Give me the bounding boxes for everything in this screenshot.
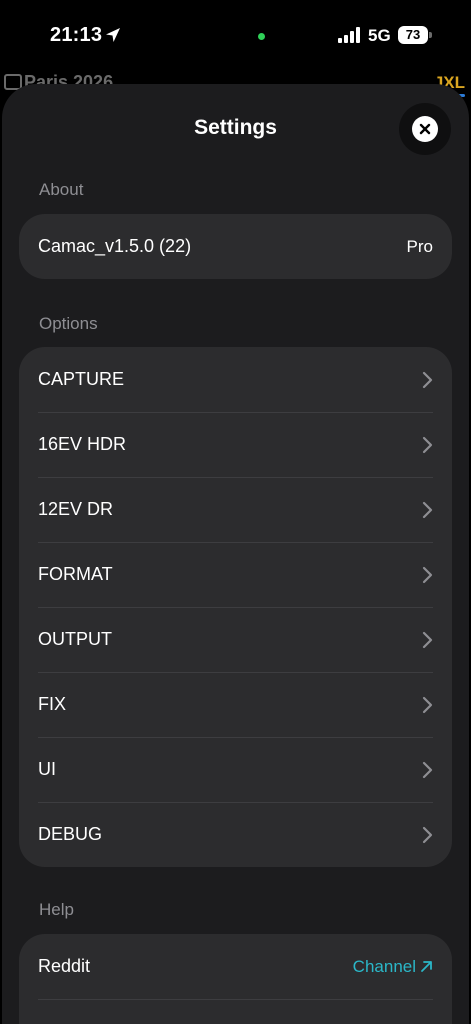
help-row-next — [19, 999, 452, 1024]
option-label: FORMAT — [38, 564, 113, 584]
option-label: OUTPUT — [38, 629, 112, 649]
app-version: Camac_v1.5.0 (22) — [38, 236, 192, 256]
option-row-16ev-hdr[interactable]: 16EV HDR — [19, 412, 452, 477]
app-version-row: Camac_v1.5.0 (22) Pro — [19, 214, 452, 279]
section-label-about: About — [39, 180, 84, 199]
link-text: Channel — [352, 956, 416, 976]
battery-icon: 73 — [398, 26, 432, 44]
external-link-arrow-icon — [421, 961, 432, 972]
option-label: FIX — [38, 694, 67, 714]
status-time: 21:13 — [50, 24, 103, 46]
reddit-channel-link[interactable]: Channel — [353, 957, 433, 977]
option-label: DEBUG — [38, 824, 103, 844]
option-row-debug[interactable]: DEBUG — [19, 802, 452, 867]
option-row-capture[interactable]: CAPTURE — [19, 347, 452, 412]
option-label: UI — [38, 759, 56, 779]
chevron-right-icon — [422, 696, 433, 713]
subscription-tier: Pro — [406, 236, 433, 256]
screen: 21:13 5G 73 Paris 2026 JXL Settings Abou… — [0, 0, 471, 1024]
option-label: 12EV DR — [38, 499, 114, 519]
close-icon — [419, 123, 431, 135]
option-row-format[interactable]: FORMAT — [19, 542, 452, 607]
close-button[interactable] — [399, 103, 451, 155]
about-group: Camac_v1.5.0 (22) Pro — [19, 214, 452, 279]
chevron-right-icon — [422, 826, 433, 843]
settings-sheet: Settings About Camac_v1.5.0 (22) Pro Opt… — [2, 84, 469, 1024]
help-group: Reddit Channel — [19, 934, 452, 1024]
network-type: 5G — [368, 26, 391, 45]
battery-level: 73 — [405, 27, 421, 42]
option-label: CAPTURE — [38, 369, 125, 389]
option-row-output[interactable]: OUTPUT — [19, 607, 452, 672]
chevron-right-icon — [422, 371, 433, 388]
privacy-indicator-dot — [258, 33, 265, 40]
chevron-right-icon — [422, 501, 433, 518]
status-bar: 21:13 5G 73 — [0, 0, 471, 70]
options-group: CAPTURE 16EV HDR 12EV DR FORMAT OUTPUT F… — [19, 347, 452, 867]
help-label: Reddit — [38, 956, 91, 976]
chevron-right-icon — [422, 761, 433, 778]
option-row-fix[interactable]: FIX — [19, 672, 452, 737]
chevron-right-icon — [422, 566, 433, 583]
option-row-ui[interactable]: UI — [19, 737, 452, 802]
chevron-right-icon — [422, 436, 433, 453]
help-row-reddit[interactable]: Reddit Channel — [19, 934, 452, 999]
location-arrow-icon — [106, 28, 120, 42]
cellular-signal-icon — [338, 27, 360, 43]
option-label: 16EV HDR — [38, 434, 127, 454]
section-label-help: Help — [39, 900, 74, 919]
section-label-options: Options — [39, 314, 98, 333]
chevron-right-icon — [422, 631, 433, 648]
option-row-12ev-dr[interactable]: 12EV DR — [19, 477, 452, 542]
